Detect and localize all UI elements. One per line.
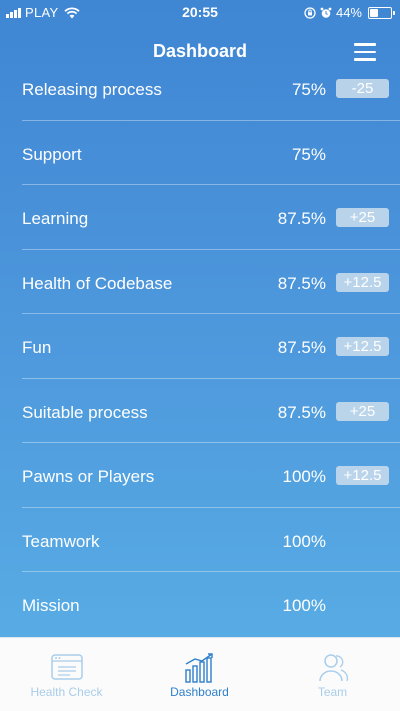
metric-value: 87.5% (277, 402, 326, 422)
metric-value: 75% (291, 144, 326, 164)
metric-name: Health of Codebase (22, 273, 173, 293)
tab-label: Team (317, 685, 348, 699)
metric-value: 75% (291, 80, 326, 99)
metric-row[interactable]: Suitable process 87.5% +25 (22, 379, 400, 443)
metric-name: Learning (22, 209, 89, 228)
change-badge: +25 (336, 208, 389, 227)
dashboard-screen: PLAY 20:55 44% Dashboard Releasing proce… (0, 0, 400, 711)
metric-row[interactable]: Health of Codebase 87.5% +12.5 (22, 250, 400, 314)
tab-bar: Health Check Dashboard Team (0, 637, 400, 711)
metric-row[interactable]: Fun 87.5% +12.5 (22, 314, 400, 379)
metric-value: 100% (282, 531, 326, 551)
metric-value: 87.5% (277, 209, 326, 228)
metric-row[interactable]: Releasing process 75% -25 (22, 56, 400, 121)
metric-row[interactable]: Support 75% (22, 121, 400, 185)
health-check-icon (50, 654, 83, 680)
metric-value: 100% (282, 596, 326, 615)
metric-row[interactable]: Pawns or Players 100% +12.5 (22, 443, 400, 508)
status-right: 44% (304, 5, 395, 20)
change-badge: -25 (336, 79, 389, 98)
tab-dashboard[interactable]: Dashboard (133, 638, 266, 711)
metric-name: Support (22, 144, 82, 164)
tab-label: Health Check (30, 685, 103, 699)
team-icon (318, 654, 348, 682)
metrics-list: Releasing process 75% -25 Support 75% Learnin… (0, 56, 400, 637)
metric-name: Mission (22, 596, 80, 615)
change-badge: +12.5 (336, 337, 389, 356)
metric-name: Suitable process (22, 402, 148, 422)
tab-team[interactable]: Team (266, 638, 399, 711)
metric-value: 87.5% (277, 273, 326, 293)
metric-row[interactable]: Learning 87.5% +25 (22, 185, 400, 250)
metric-name: Pawns or Players (22, 467, 155, 486)
change-badge: +25 (336, 401, 389, 421)
tab-label: Dashboard (170, 685, 229, 699)
chart-icon (184, 653, 213, 683)
metric-name: Releasing process (22, 80, 162, 99)
alarm-icon (320, 7, 332, 18)
metric-row[interactable]: Teamwork 100% (22, 508, 400, 572)
change-badge: +12.5 (336, 272, 389, 292)
battery-level (370, 8, 378, 17)
metric-name: Teamwork (22, 531, 100, 551)
status-bar: PLAY 20:55 44% (0, 0, 400, 24)
change-badge: +12.5 (336, 466, 389, 485)
tab-health-check[interactable]: Health Check (0, 638, 133, 711)
battery-icon (368, 6, 395, 19)
metric-row[interactable]: Mission 100% (22, 572, 400, 637)
metric-value: 87.5% (277, 338, 326, 357)
metric-value: 100% (282, 467, 326, 486)
metric-name: Fun (22, 338, 52, 357)
rotation-lock-icon (304, 6, 316, 19)
battery-percentage: 44% (335, 5, 362, 20)
